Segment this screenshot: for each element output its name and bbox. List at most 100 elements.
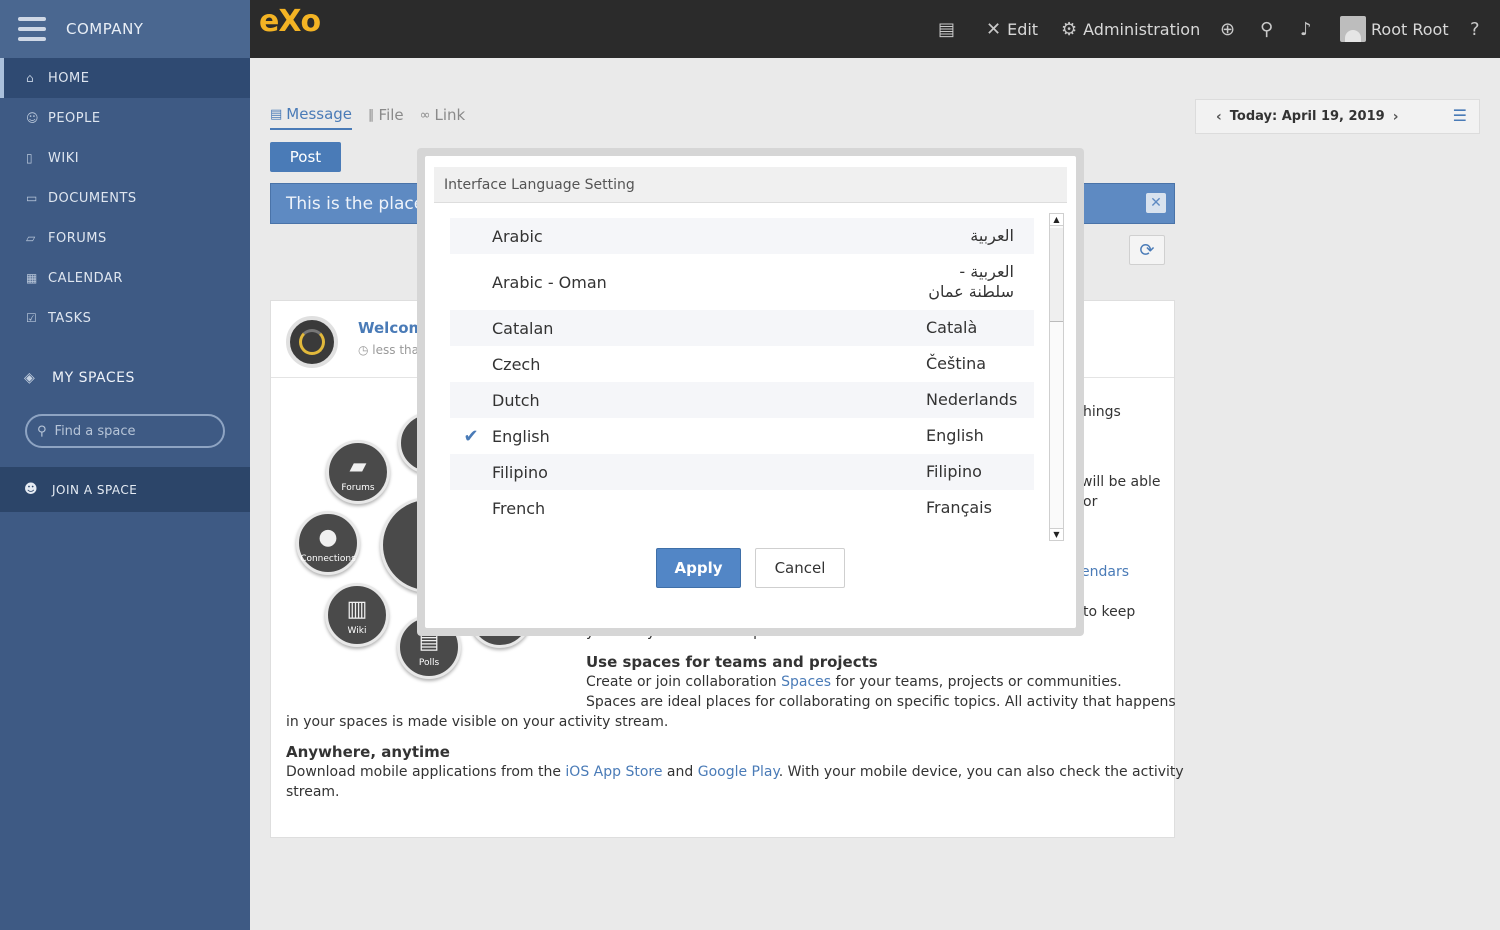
sidebar-item-tasks[interactable]: ☑ TASKS xyxy=(0,298,250,338)
join-space-label: JOIN A SPACE xyxy=(52,482,138,497)
chat-button[interactable]: ▤ xyxy=(938,0,961,58)
language-name: Catalan xyxy=(492,318,554,338)
language-row-french[interactable]: French Français xyxy=(450,490,1034,526)
chevron-right-icon[interactable]: › xyxy=(1393,109,1399,125)
avatar[interactable] xyxy=(286,316,338,368)
search-icon: ⚲ xyxy=(1260,18,1274,40)
sidebar-item-calendar[interactable]: ▦ CALENDAR xyxy=(0,258,250,298)
language-local: العربية xyxy=(970,226,1014,245)
scroll-down-icon[interactable]: ▼ xyxy=(1050,528,1063,540)
folder-icon: ▭ xyxy=(26,191,38,205)
bubble-label: Wiki xyxy=(347,626,367,636)
language-row-arabic[interactable]: Arabic العربية xyxy=(450,218,1034,254)
sidebar: COMPANY ⌂ HOME ☺ PEOPLE ▯ WIKI ▭ DOCUMENTS ▱… xyxy=(0,0,250,930)
text-fragment: or xyxy=(1083,494,1098,510)
company-header[interactable]: COMPANY xyxy=(0,0,250,58)
anywhere-title: Anywhere, anytime xyxy=(286,743,450,761)
forum-icon: ▱ xyxy=(26,231,36,245)
composer-tabs: ▤ Message ∥ File ∞ Link xyxy=(270,100,465,130)
tab-message[interactable]: ▤ Message xyxy=(270,100,353,130)
calendars-link[interactable]: endars xyxy=(1081,562,1129,582)
company-label: COMPANY xyxy=(66,20,144,38)
anywhere-pre: Download mobile applications from the xyxy=(286,764,566,780)
language-local: Filipino xyxy=(926,462,982,481)
document-icon: ▤ xyxy=(270,106,283,122)
calendar-widget: ‹ Today: April 19, 2019 › ☰ xyxy=(1195,99,1480,134)
spaces-line1-pre: Create or join collaboration xyxy=(586,674,782,690)
tab-label: Message xyxy=(286,105,353,123)
bell-icon: ♪ xyxy=(1300,18,1312,40)
language-name: French xyxy=(492,498,546,518)
administration-button[interactable]: ⚙ Administration xyxy=(1061,0,1200,58)
calendar-today[interactable]: Today: April 19, 2019 xyxy=(1230,109,1385,124)
language-name: Czech xyxy=(492,354,541,374)
clock-icon: ◷ xyxy=(358,343,373,357)
ios-link[interactable]: iOS App Store xyxy=(565,764,662,780)
add-button[interactable]: ⊕ xyxy=(1220,0,1241,58)
find-space-input[interactable]: ⚲ Find a space xyxy=(25,414,225,448)
sidebar-item-people[interactable]: ☺ PEOPLE xyxy=(0,98,250,138)
language-row-english[interactable]: ✔ English English xyxy=(450,418,1034,454)
spaces-line2: Spaces are ideal places for collaboratin… xyxy=(586,694,1176,710)
edit-button[interactable]: ✕ Edit xyxy=(986,0,1038,58)
scroll-thumb[interactable] xyxy=(1050,228,1063,322)
search-icon: ⚲ xyxy=(37,423,47,439)
language-local: Català xyxy=(926,318,978,337)
hamburger-icon[interactable] xyxy=(18,17,46,41)
language-row-arabic-oman[interactable]: Arabic - Oman العربية - سلطنة عمان xyxy=(450,254,1034,310)
chevron-left-icon[interactable]: ‹ xyxy=(1216,109,1222,125)
join-space-button[interactable]: ☻ JOIN A SPACE xyxy=(0,467,250,512)
sidebar-item-home[interactable]: ⌂ HOME xyxy=(0,58,250,98)
tab-file[interactable]: ∥ File xyxy=(368,100,404,130)
activity-time: ◷ less tha xyxy=(358,343,419,357)
language-local: العربية - سلطنة عمان xyxy=(928,262,1014,301)
tab-link[interactable]: ∞ Link xyxy=(420,100,466,130)
sidebar-item-label: PEOPLE xyxy=(48,110,101,126)
close-icon[interactable]: ✕ xyxy=(1146,193,1166,213)
people-icon: ☺ xyxy=(26,111,40,125)
cancel-button[interactable]: Cancel xyxy=(755,548,845,588)
google-play-link[interactable]: Google Play xyxy=(698,764,779,780)
scroll-up-icon[interactable]: ▲ xyxy=(1050,214,1063,226)
language-row-catalan[interactable]: Catalan Català xyxy=(450,310,1034,346)
group-icon: ☻ xyxy=(24,482,39,497)
refresh-button[interactable]: ⟳ xyxy=(1129,235,1165,265)
sidebar-item-wiki[interactable]: ▯ WIKI xyxy=(0,138,250,178)
my-spaces-header[interactable]: ◈ MY SPACES xyxy=(0,358,250,398)
person-icon: ● xyxy=(318,525,338,550)
anywhere-heading: Anywhere, anytime xyxy=(286,742,450,763)
banner-text: This is the place t xyxy=(286,193,437,214)
search-button[interactable]: ⚲ xyxy=(1260,0,1279,58)
user-menu[interactable]: Root Root xyxy=(1340,0,1449,58)
tab-label: Link xyxy=(434,106,466,124)
anywhere-and: and xyxy=(662,764,698,780)
spaces-title: Use spaces for teams and projects xyxy=(586,653,878,671)
book-icon: ▯ xyxy=(26,151,34,165)
exo-logo[interactable]: eXo xyxy=(259,4,321,39)
bubble-label: Forums xyxy=(341,483,375,493)
sidebar-item-label: DOCUMENTS xyxy=(48,190,137,206)
sidebar-item-label: TASKS xyxy=(48,310,92,326)
check-icon: ✔ xyxy=(463,425,479,447)
activity-title[interactable]: Welcom xyxy=(358,319,424,337)
language-row-filipino[interactable]: Filipino Filipino xyxy=(450,454,1034,490)
help-button[interactable]: ? xyxy=(1470,0,1486,58)
home-icon: ⌂ xyxy=(26,71,35,85)
sidebar-item-forums[interactable]: ▱ FORUMS xyxy=(0,218,250,258)
spaces-line1-post: for your teams, projects or communities. xyxy=(831,674,1122,690)
notifications-button[interactable]: ♪ xyxy=(1300,0,1318,58)
apply-button[interactable]: Apply xyxy=(656,548,741,588)
language-name: Arabic xyxy=(492,226,543,246)
language-row-czech[interactable]: Czech Čeština xyxy=(450,346,1034,382)
sidebar-item-documents[interactable]: ▭ DOCUMENTS xyxy=(0,178,250,218)
top-navbar: eXo ▤ ✕ Edit ⚙ Administration ⊕ ⚲ ♪ Root R… xyxy=(250,0,1500,58)
spaces-link[interactable]: Spaces xyxy=(781,674,831,690)
post-button[interactable]: Post xyxy=(270,142,341,172)
user-name: Root Root xyxy=(1371,19,1449,39)
paperclip-icon: ∥ xyxy=(368,107,375,123)
language-row-dutch[interactable]: Dutch Nederlands xyxy=(450,382,1034,418)
language-scrollbar[interactable]: ▲ ▼ xyxy=(1049,213,1064,541)
sliders-icon[interactable]: ☰ xyxy=(1453,106,1467,125)
my-spaces-label: MY SPACES xyxy=(52,370,135,386)
anywhere-line2: stream. xyxy=(286,784,340,800)
